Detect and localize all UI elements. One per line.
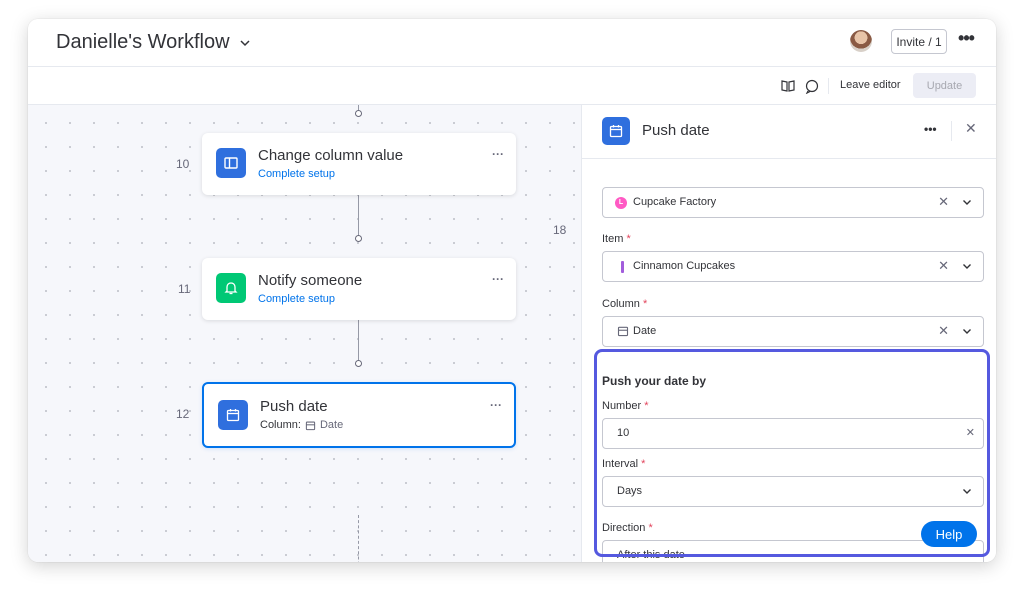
panel-divider (951, 121, 952, 141)
chevron-down-icon[interactable] (961, 196, 973, 208)
chevron-down-icon[interactable] (961, 325, 973, 337)
calendar-icon (305, 421, 316, 430)
step-more-icon[interactable]: ··· (490, 398, 502, 412)
column-select[interactable]: Date ✕ (602, 316, 984, 347)
item-color-bar (621, 261, 624, 273)
step-title: Notify someone (258, 272, 363, 289)
workflow-title[interactable]: Danielle's Workflow (56, 31, 252, 54)
step-number: 18 (553, 223, 567, 237)
step-more-icon[interactable]: ··· (492, 147, 504, 161)
help-button[interactable]: Help (921, 521, 977, 547)
close-icon[interactable]: ✕ (965, 120, 977, 137)
board-value: Cupcake Factory (633, 196, 717, 208)
step-title: Change column value (258, 147, 404, 164)
panel-header: Push date ••• ✕ (582, 105, 996, 159)
calendar-icon (617, 326, 629, 337)
bell-icon (216, 273, 246, 303)
step-card-notify-someone[interactable]: Notify someone Complete setup ··· (202, 258, 516, 320)
calendar-icon (602, 117, 630, 145)
column-label: Column * (602, 298, 648, 310)
item-label: Item * (602, 233, 631, 245)
clear-icon[interactable]: ✕ (938, 194, 949, 210)
workflow-canvas[interactable]: 10 Change column value Complete setup ··… (28, 105, 581, 562)
connector-node (355, 360, 362, 367)
invite-button[interactable]: Invite / 1 (891, 29, 947, 54)
complete-setup-link[interactable]: Complete setup (258, 168, 335, 180)
step-number: 10 (176, 157, 190, 171)
panel-title: Push date (642, 122, 710, 139)
step-more-icon[interactable]: ··· (492, 272, 504, 286)
step-number: 12 (176, 407, 190, 421)
step-card-push-date[interactable]: Push date Column: Date ··· (202, 382, 516, 448)
board-select[interactable]: L Cupcake Factory ✕ (602, 187, 984, 218)
step-title: Push date (260, 398, 328, 415)
clear-icon[interactable]: ✕ (938, 258, 949, 274)
update-button[interactable]: Update (913, 73, 976, 98)
column-label: Column: (260, 419, 301, 431)
item-select[interactable]: Cinnamon Cupcakes ✕ (602, 251, 984, 282)
column-value: Date (319, 419, 344, 431)
chevron-down-icon[interactable] (961, 260, 973, 272)
connector-node (355, 110, 362, 117)
app-header: Danielle's Workflow Invite / 1 ••• (28, 19, 996, 67)
calendar-icon (218, 400, 248, 430)
column-value: Date (633, 325, 657, 337)
user-avatar[interactable] (850, 30, 872, 52)
book-icon[interactable] (780, 78, 796, 94)
panel-more-icon[interactable]: ••• (924, 122, 937, 136)
leave-editor-button[interactable]: Leave editor (840, 79, 901, 91)
column-icon (216, 148, 246, 178)
more-options-icon[interactable]: ••• (956, 29, 976, 51)
chevron-down-icon[interactable] (238, 36, 252, 50)
feedback-icon[interactable] (804, 78, 820, 94)
board-badge: L (615, 197, 627, 209)
step-number: 11 (178, 282, 191, 296)
step-column-summary: Column: Date (260, 419, 343, 431)
item-value: Cinnamon Cupcakes (633, 260, 736, 272)
workflow-editor-window: Danielle's Workflow Invite / 1 ••• Leave… (28, 19, 996, 562)
connector-node (355, 235, 362, 242)
workflow-title-text: Danielle's Workflow (56, 31, 230, 53)
toolbar-divider (828, 78, 829, 94)
connector-dashed-line (358, 515, 359, 562)
step-card-change-column-value[interactable]: Change column value Complete setup ··· (202, 133, 516, 195)
editor-toolbar: Leave editor Update (28, 67, 996, 105)
complete-setup-link[interactable]: Complete setup (258, 293, 335, 305)
clear-icon[interactable]: ✕ (938, 323, 949, 339)
